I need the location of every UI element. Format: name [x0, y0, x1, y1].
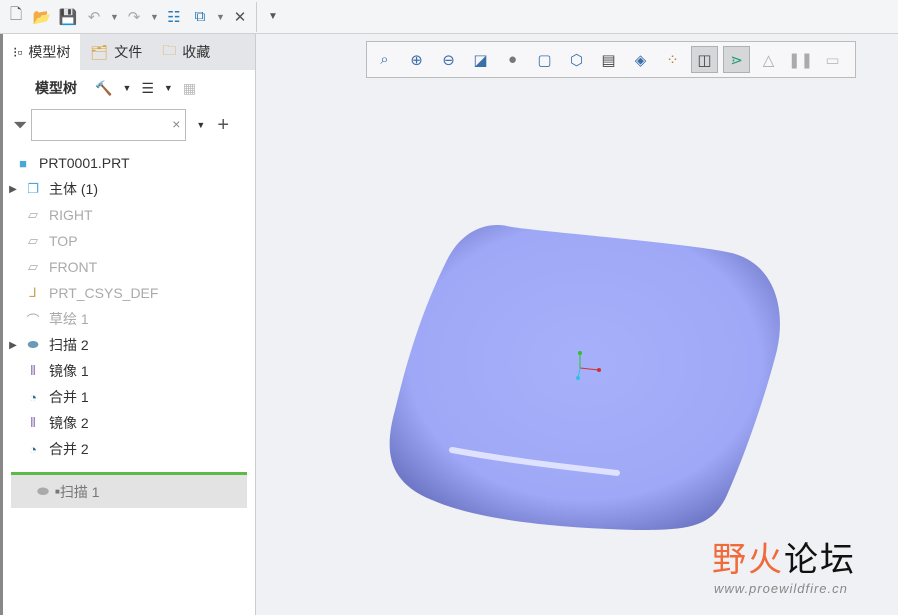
mirror-icon: ⫴ [30, 363, 36, 378]
divider [256, 1, 257, 32]
datum-plane-icon: ▱ [28, 259, 38, 274]
customize-icon[interactable]: ▼ [263, 7, 283, 27]
refit-icon[interactable]: ⌕ [371, 46, 398, 73]
3d-model[interactable] [389, 225, 780, 530]
model-viewport[interactable] [257, 90, 898, 550]
sweep-icon: ⬬ [37, 483, 49, 499]
tree-item-body[interactable]: ▶ ❐ 主体 (1) [3, 176, 255, 202]
tab-model-tree[interactable]: ⁝▫ 模型树 [3, 34, 81, 70]
watermark-logo: 野火论坛 www.proewildfire.cn [712, 532, 856, 596]
windows-dropdown[interactable]: ▼ [216, 12, 225, 22]
tree-item-right[interactable]: ▱ RIGHT [3, 202, 255, 228]
view-manager-icon[interactable]: ⬡ [563, 46, 590, 73]
tree-item-mirror-2[interactable]: ⫴ 镜像 2 [3, 410, 255, 436]
clear-icon[interactable]: × [172, 116, 180, 132]
regenerate-icon[interactable]: ☷ [164, 7, 184, 27]
display-style-icon[interactable]: ● [499, 46, 526, 73]
tree-item-csys[interactable]: ⅃ PRT_CSYS_DEF [3, 280, 255, 306]
tree-item-sketch[interactable]: ⌒ 草绘 1 [3, 306, 255, 332]
zoom-out-icon[interactable]: ⊖ [435, 46, 462, 73]
filter-row: ⏷ × ▼ + [3, 106, 255, 144]
sweep-icon: ⬬ [27, 337, 39, 352]
tab-files[interactable]: 🗂 文件 [80, 34, 152, 70]
open-icon[interactable]: 📂 [32, 7, 52, 27]
redo-icon[interactable]: ↷ [124, 7, 144, 27]
csys-icon: ⅃ [29, 285, 37, 300]
graphics-toolbar: ⌕ ⊕ ⊖ ◪ ● ▢ ⬡ ▤ ◈ ⁘ ◫ ⋗ △ ❚❚ ▭ [366, 41, 856, 78]
favorites-folder-icon: 🗀 [162, 42, 177, 58]
model-tree: ■ PRT0001.PRT ▶ ❐ 主体 (1) ▱ RIGHT ▱ TOP ▱ FRONT… [3, 144, 255, 508]
datum-plane-icon: ▱ [28, 233, 38, 248]
search-input[interactable] [31, 109, 187, 141]
merge-icon: ◔ [29, 441, 37, 457]
logo-text-b: 论坛 [784, 541, 856, 579]
add-icon[interactable]: + [217, 114, 229, 137]
model-tree-toolbar: 模型树 🔨 ▼ ☰ ▼ ▦ [3, 70, 255, 106]
logo-url: www.proewildfire.cn [714, 581, 848, 596]
mirror-icon: ⫴ [30, 415, 36, 430]
quick-access-toolbar: 🗋 📂 💾 ↶ ▼ ↷ ▼ ☷ ⧉ ▼ ✕ ▼ [0, 0, 898, 34]
search-dropdown[interactable]: ▼ [196, 120, 205, 130]
logo-text-a: 野火 [712, 541, 784, 579]
tree-item-front[interactable]: ▱ FRONT [3, 254, 255, 280]
body-icon: ❐ [27, 181, 39, 196]
appearance-icon[interactable]: △ [755, 46, 782, 73]
undo-icon[interactable]: ↶ [84, 7, 104, 27]
datum-display-icon[interactable]: ⁘ [659, 46, 686, 73]
pause-icon[interactable]: ❚❚ [787, 46, 814, 73]
sketch-icon: ⌒ [26, 312, 40, 328]
repaint-icon[interactable]: ◪ [467, 46, 494, 73]
settings-dropdown[interactable]: ▼ [122, 83, 131, 93]
show-dropdown[interactable]: ▼ [164, 83, 173, 93]
navigator-panel: ⁝▫ 模型树 🗂 文件 🗀 收藏 模型树 🔨 ▼ ☰ ▼ ▦ ⏷ × ▼ + ■ PRT00… [0, 34, 256, 615]
expand-arrow-icon[interactable]: ▶ [3, 184, 23, 195]
spin-center-icon[interactable]: ⋗ [723, 46, 750, 73]
filter-icon[interactable]: ⏷ [13, 115, 27, 136]
datum-plane-icon: ▱ [28, 207, 38, 222]
saved-views-icon[interactable]: ▢ [531, 46, 558, 73]
save-icon[interactable]: 💾 [58, 7, 78, 27]
new-icon[interactable]: 🗋 [6, 6, 26, 27]
tree-item-sweep-2[interactable]: ▶ ⬬ 扫描 2 [3, 332, 255, 358]
close-window-icon[interactable]: ✕ [230, 7, 250, 27]
tree-item-part[interactable]: ■ PRT0001.PRT [3, 150, 255, 176]
section-icon[interactable]: ◈ [627, 46, 654, 73]
merge-icon: ◔ [29, 389, 37, 405]
annotation-display-icon[interactable]: ◫ [691, 46, 718, 73]
tree-item-top[interactable]: ▱ TOP [3, 228, 255, 254]
model-tree-title: 模型树 [35, 80, 77, 96]
tree-item-merge-2[interactable]: ◔ 合并 2 [3, 436, 255, 462]
perspective-icon[interactable]: ▤ [595, 46, 622, 73]
windows-icon[interactable]: ⧉ [190, 7, 210, 27]
expand-arrow-icon[interactable]: ▶ [3, 340, 23, 351]
redo-dropdown[interactable]: ▼ [150, 12, 159, 22]
undo-dropdown[interactable]: ▼ [110, 12, 119, 22]
animation-icon[interactable]: ▭ [819, 46, 846, 73]
show-list-icon[interactable]: ☰ [141, 80, 154, 97]
folder-icon: 🗂 [90, 43, 109, 60]
tree-item-sweep-1-suppressed[interactable]: ⬬ ■ 扫描 1 [11, 475, 247, 508]
tree-icon: ⁝▫ [13, 43, 23, 60]
zoom-in-icon[interactable]: ⊕ [403, 46, 430, 73]
settings-tools-icon[interactable]: 🔨 [95, 80, 112, 97]
navigator-tabs: ⁝▫ 模型树 🗂 文件 🗀 收藏 [3, 34, 255, 70]
part-icon: ■ [19, 155, 27, 171]
tree-item-mirror-1[interactable]: ⫴ 镜像 1 [3, 358, 255, 384]
hide-items-icon[interactable]: ▦ [183, 80, 196, 97]
tree-item-merge-1[interactable]: ◔ 合并 1 [3, 384, 255, 410]
tab-favorites[interactable]: 🗀 收藏 [152, 34, 220, 70]
